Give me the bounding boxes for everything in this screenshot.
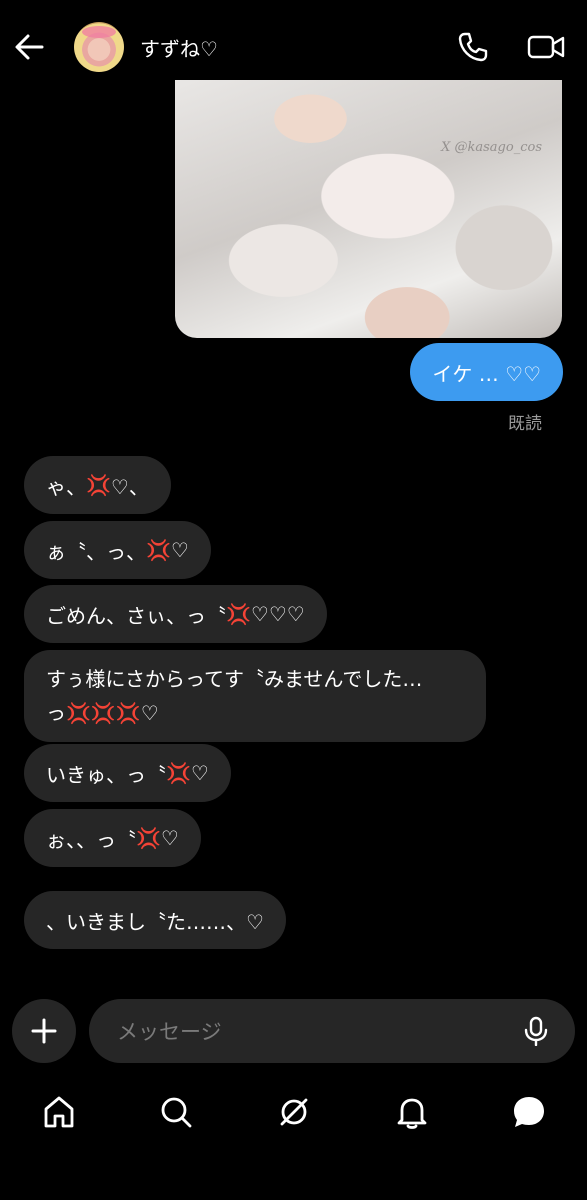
received-message-bubble[interactable]: 、いきまし〝た……、♡	[24, 891, 286, 949]
bottom-navigation	[0, 1080, 587, 1150]
plus-icon	[31, 1018, 57, 1044]
received-message-bubble[interactable]: ぁ〝、っ、 💢 ♡	[24, 521, 211, 579]
message-text: 、いきまし〝た……、♡	[46, 909, 264, 934]
home-icon[interactable]	[39, 1092, 79, 1132]
received-message-bubble[interactable]: ぉ、、っ〝 💢 ♡	[24, 809, 201, 867]
messages-icon[interactable]	[509, 1092, 549, 1132]
message-text: ぉ、、っ〝	[46, 827, 136, 852]
message-text: ♡	[190, 761, 209, 785]
message-text: ♡、	[110, 474, 149, 499]
add-attachment-button[interactable]	[12, 999, 76, 1063]
image-watermark: X @kasago_cos	[441, 140, 542, 155]
microphone-icon[interactable]	[521, 1016, 551, 1046]
anger-mark-emoji: 💢💢💢	[66, 701, 141, 725]
message-text: いきゅ、っ〝	[46, 762, 166, 787]
back-arrow-icon[interactable]	[12, 30, 46, 64]
received-message-bubble[interactable]: いきゅ、っ〝 💢 ♡	[24, 744, 231, 802]
message-text: っ	[46, 701, 66, 725]
anger-mark-emoji: 💢	[146, 538, 171, 562]
contact-name[interactable]: すずね♡	[140, 33, 218, 62]
image-message[interactable]: X @kasago_cos	[175, 80, 562, 338]
anger-mark-emoji: 💢	[226, 602, 251, 626]
message-text: ゃ、	[46, 474, 86, 499]
explore-icon[interactable]	[274, 1092, 314, 1132]
received-message-bubble[interactable]: ゃ、 💢 ♡、	[24, 456, 171, 514]
message-input[interactable]	[115, 999, 519, 1065]
message-text: ぁ〝、っ、	[46, 539, 146, 564]
anger-mark-emoji: 💢	[86, 473, 111, 497]
message-text: ♡	[140, 701, 159, 725]
message-text: すぅ様にさからってす〝みませんでした…	[46, 667, 423, 691]
video-camera-icon[interactable]	[526, 30, 566, 64]
avatar[interactable]	[74, 22, 124, 72]
anger-mark-emoji: 💢	[136, 826, 161, 850]
message-text: ごめん、さぃ、っ〝	[46, 603, 226, 628]
search-icon[interactable]	[156, 1092, 196, 1132]
read-receipt: 既読	[508, 414, 542, 434]
notifications-bell-icon[interactable]	[392, 1092, 432, 1132]
received-message-bubble[interactable]: ごめん、さぃ、っ〝 💢 ♡♡♡	[24, 585, 327, 643]
sent-message-bubble[interactable]: イケ … ♡♡	[410, 343, 563, 401]
message-text: ♡	[160, 826, 179, 850]
message-text: ♡♡♡	[250, 602, 305, 626]
received-message-bubble[interactable]: すぅ様にさからってす〝みませんでした… っ💢💢💢♡	[24, 650, 486, 742]
message-composer	[89, 999, 575, 1065]
anger-mark-emoji: 💢	[166, 761, 191, 785]
message-text: ♡	[170, 538, 189, 562]
phone-icon[interactable]	[456, 30, 490, 64]
